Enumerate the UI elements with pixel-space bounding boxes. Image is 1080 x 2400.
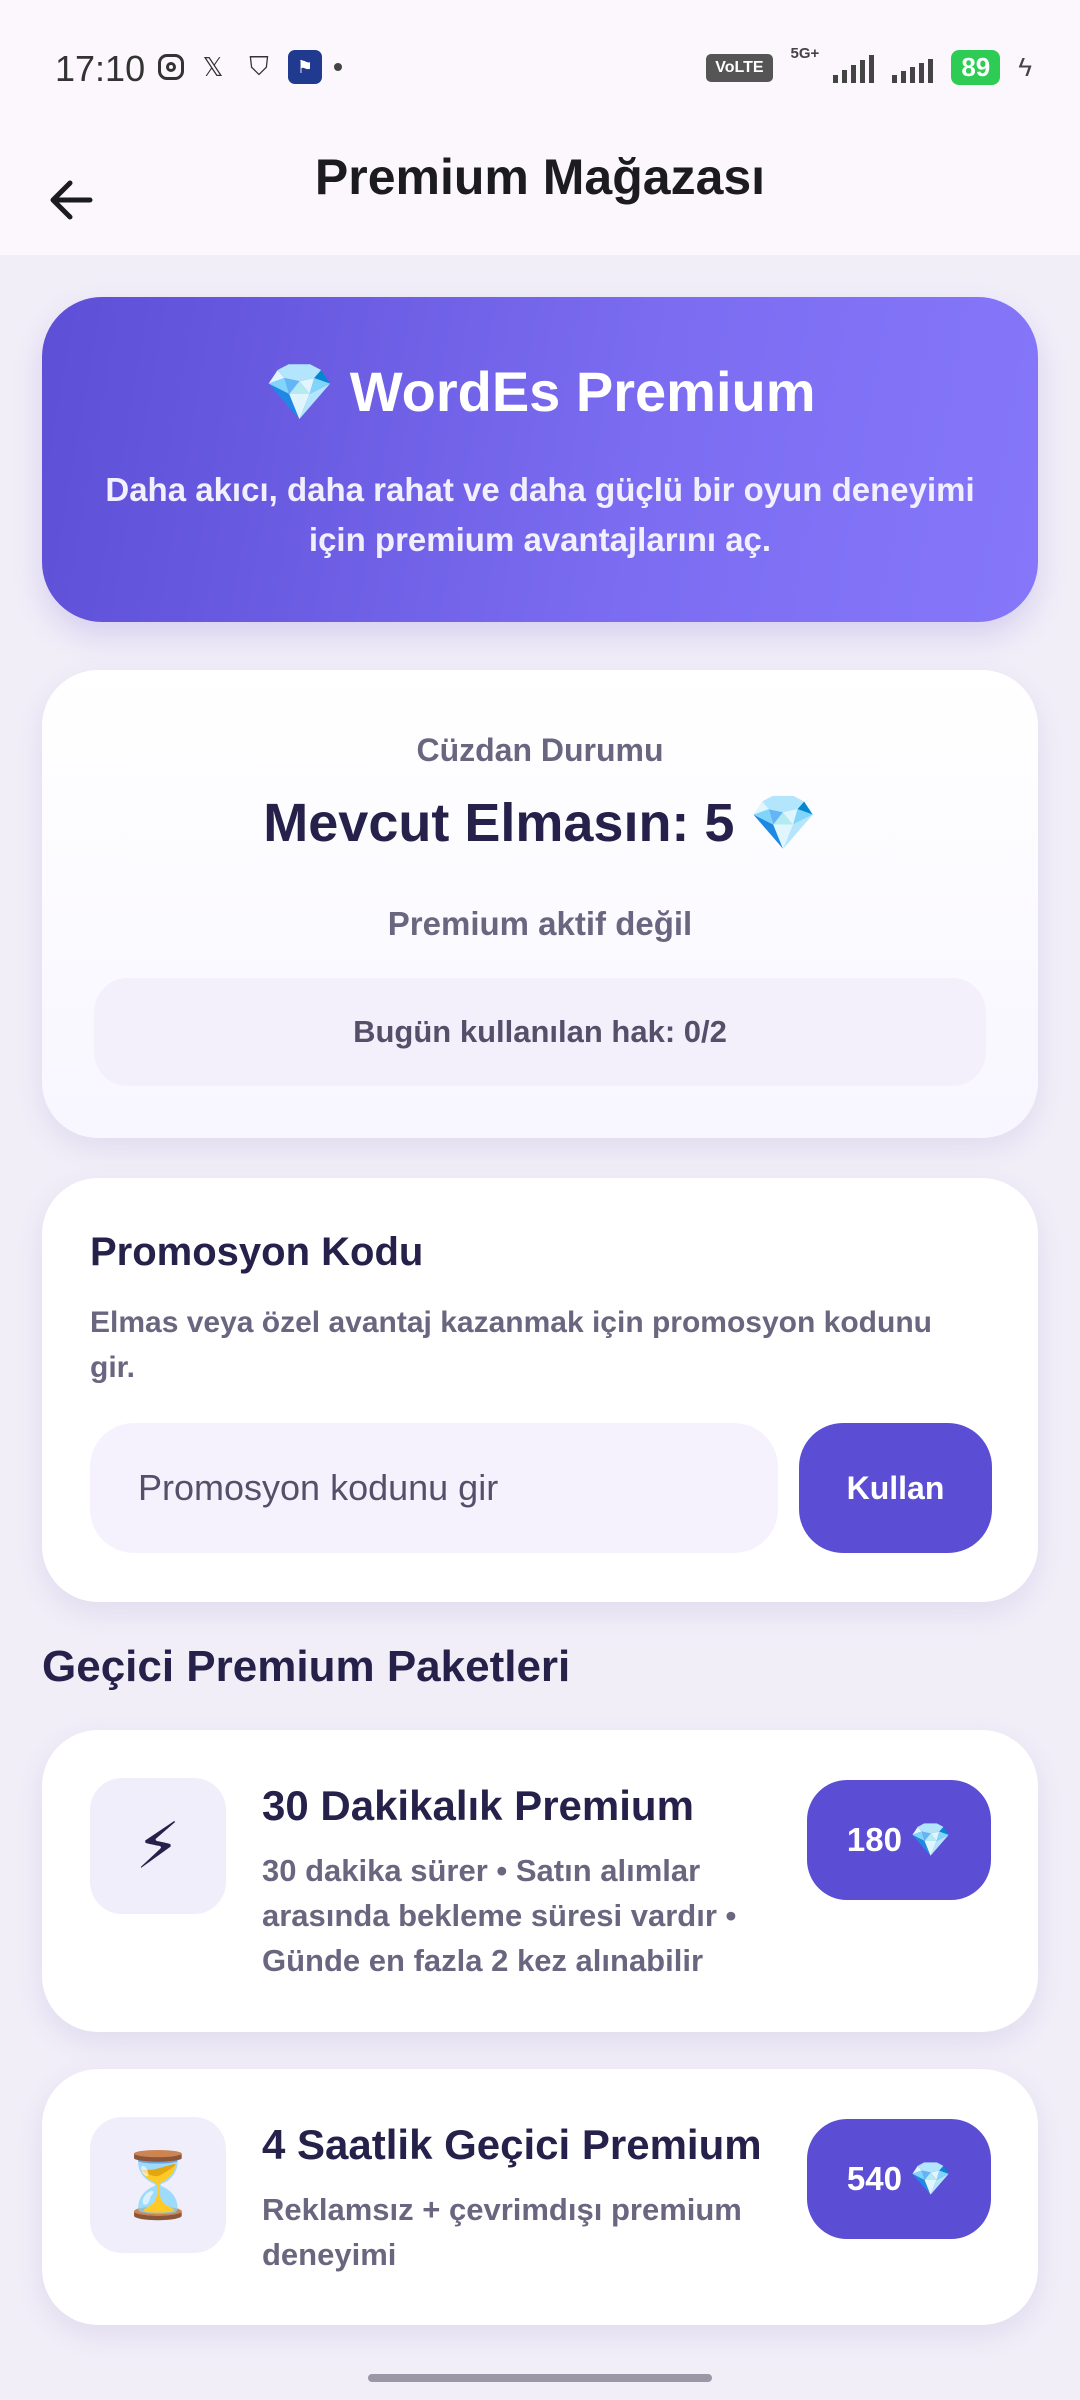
price-value: 540 <box>846 2160 902 2197</box>
status-bar: 17:10 𝕏 ⛉ ⚑ VoLTE 5G+ 89 ϟ <box>0 0 1080 140</box>
bank-app-icon: ⚑ <box>288 50 322 84</box>
daily-usage: Bugün kullanılan hak: 0/2 <box>94 978 986 1086</box>
premium-hero-banner: 💎 WordEs Premium Daha akıcı, daha rahat … <box>42 297 1038 622</box>
page-title: Premium Mağazası <box>314 149 766 205</box>
signal-icon-2 <box>892 53 934 83</box>
package-card[interactable]: ⚡ 30 Dakikalık Premium 30 dakika sürer •… <box>42 1730 1038 2032</box>
premium-status: Premium aktif değil <box>387 905 693 942</box>
system-icons: VoLTE 5G+ 89 ϟ <box>706 45 1032 85</box>
more-notifications-dot <box>334 63 342 71</box>
package-title: 4 Saatlik Geçici Premium <box>262 2121 762 2168</box>
promo-code-card: Promosyon Kodu Elmas veya özel avantaj k… <box>42 1178 1038 1602</box>
apply-promo-button[interactable]: Kullan <box>799 1423 992 1553</box>
package-description: Reklamsız + çevrimdışı premium deneyimi <box>262 2192 742 2272</box>
promo-code-input[interactable]: Promosyon kodunu gir <box>90 1423 778 1553</box>
hourglass-icon: ⏳ <box>90 2117 226 2253</box>
wallet-card: Cüzdan Durumu Mevcut Elmasın: 5 💎 Premiu… <box>42 670 1038 1138</box>
package-description: 30 dakika sürer • Satın alımlar arasında… <box>262 1853 737 1978</box>
shield-icon: ⛉ <box>249 51 269 81</box>
buy-30min-button[interactable]: 180 💎 <box>807 1780 991 1900</box>
package-card[interactable]: ⏳ 4 Saatlik Geçici Premium Reklamsız + ç… <box>42 2069 1038 2325</box>
notification-icons: 𝕏 ⛉ ⚑ <box>158 50 342 84</box>
volte-badge: VoLTE <box>706 53 773 82</box>
home-indicator[interactable] <box>368 2374 712 2382</box>
price-value: 180 <box>846 1821 902 1858</box>
hero-title: 💎 WordEs Premium <box>264 360 816 423</box>
instagram-icon <box>158 54 184 80</box>
signal-icon-1 <box>833 53 875 83</box>
promo-title: Promosyon Kodu <box>90 1230 424 1274</box>
package-title: 30 Dakikalık Premium <box>262 1782 694 1829</box>
buy-4hour-button[interactable]: 540 💎 <box>807 2119 991 2239</box>
hero-subtitle: Daha akıcı, daha rahat ve daha güçlü bir… <box>105 471 975 558</box>
promo-description: Elmas veya özel avantaj kazanmak için pr… <box>90 1306 932 1384</box>
battery-level: 89 <box>951 50 1001 85</box>
x-icon: 𝕏 <box>202 51 224 82</box>
section-title: Geçici Premium Paketleri <box>42 1642 571 1691</box>
status-time: 17:10 <box>55 48 146 89</box>
charging-icon: ϟ <box>1018 52 1032 82</box>
diamond-icon: 💎 <box>909 2159 952 2197</box>
lightning-icon: ⚡ <box>90 1778 226 1914</box>
diamond-balance: Mevcut Elmasın: 5 💎 <box>263 793 817 853</box>
wallet-label: Cüzdan Durumu <box>416 732 664 768</box>
network-type: 5G+ <box>790 45 820 62</box>
diamond-icon: 💎 <box>909 1820 952 1858</box>
